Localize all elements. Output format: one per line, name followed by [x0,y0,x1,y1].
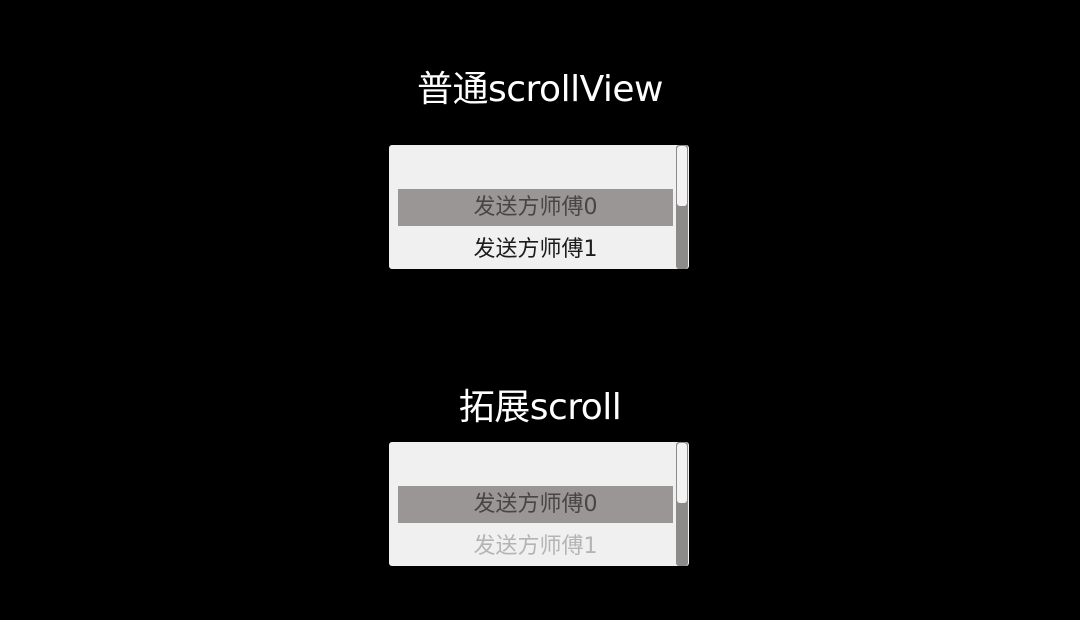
list-item[interactable]: 发送方师傅1 [398,528,673,565]
list-item[interactable]: 发送方师傅0 [398,189,673,226]
normal-scroll-view[interactable]: 发送方师傅0 发送方师傅1 [389,145,689,269]
scrollbar-track[interactable] [676,145,688,269]
section-title-extended-scroll: 拓展scroll [458,387,622,428]
scrollbar-track[interactable] [676,442,688,566]
extended-scroll-view[interactable]: 发送方师傅0 发送方师傅1 [389,442,689,566]
scrollbar-thumb[interactable] [677,146,687,206]
list-item[interactable]: 发送方师傅1 [398,231,673,268]
stage: 普通scrollView 发送方师傅0 发送方师傅1 拓展scroll 发送方师… [0,0,1080,620]
list-item[interactable]: 发送方师傅0 [398,486,673,523]
section-title-normal-scrollview: 普通scrollView [416,69,664,110]
scrollbar-thumb[interactable] [677,443,687,503]
